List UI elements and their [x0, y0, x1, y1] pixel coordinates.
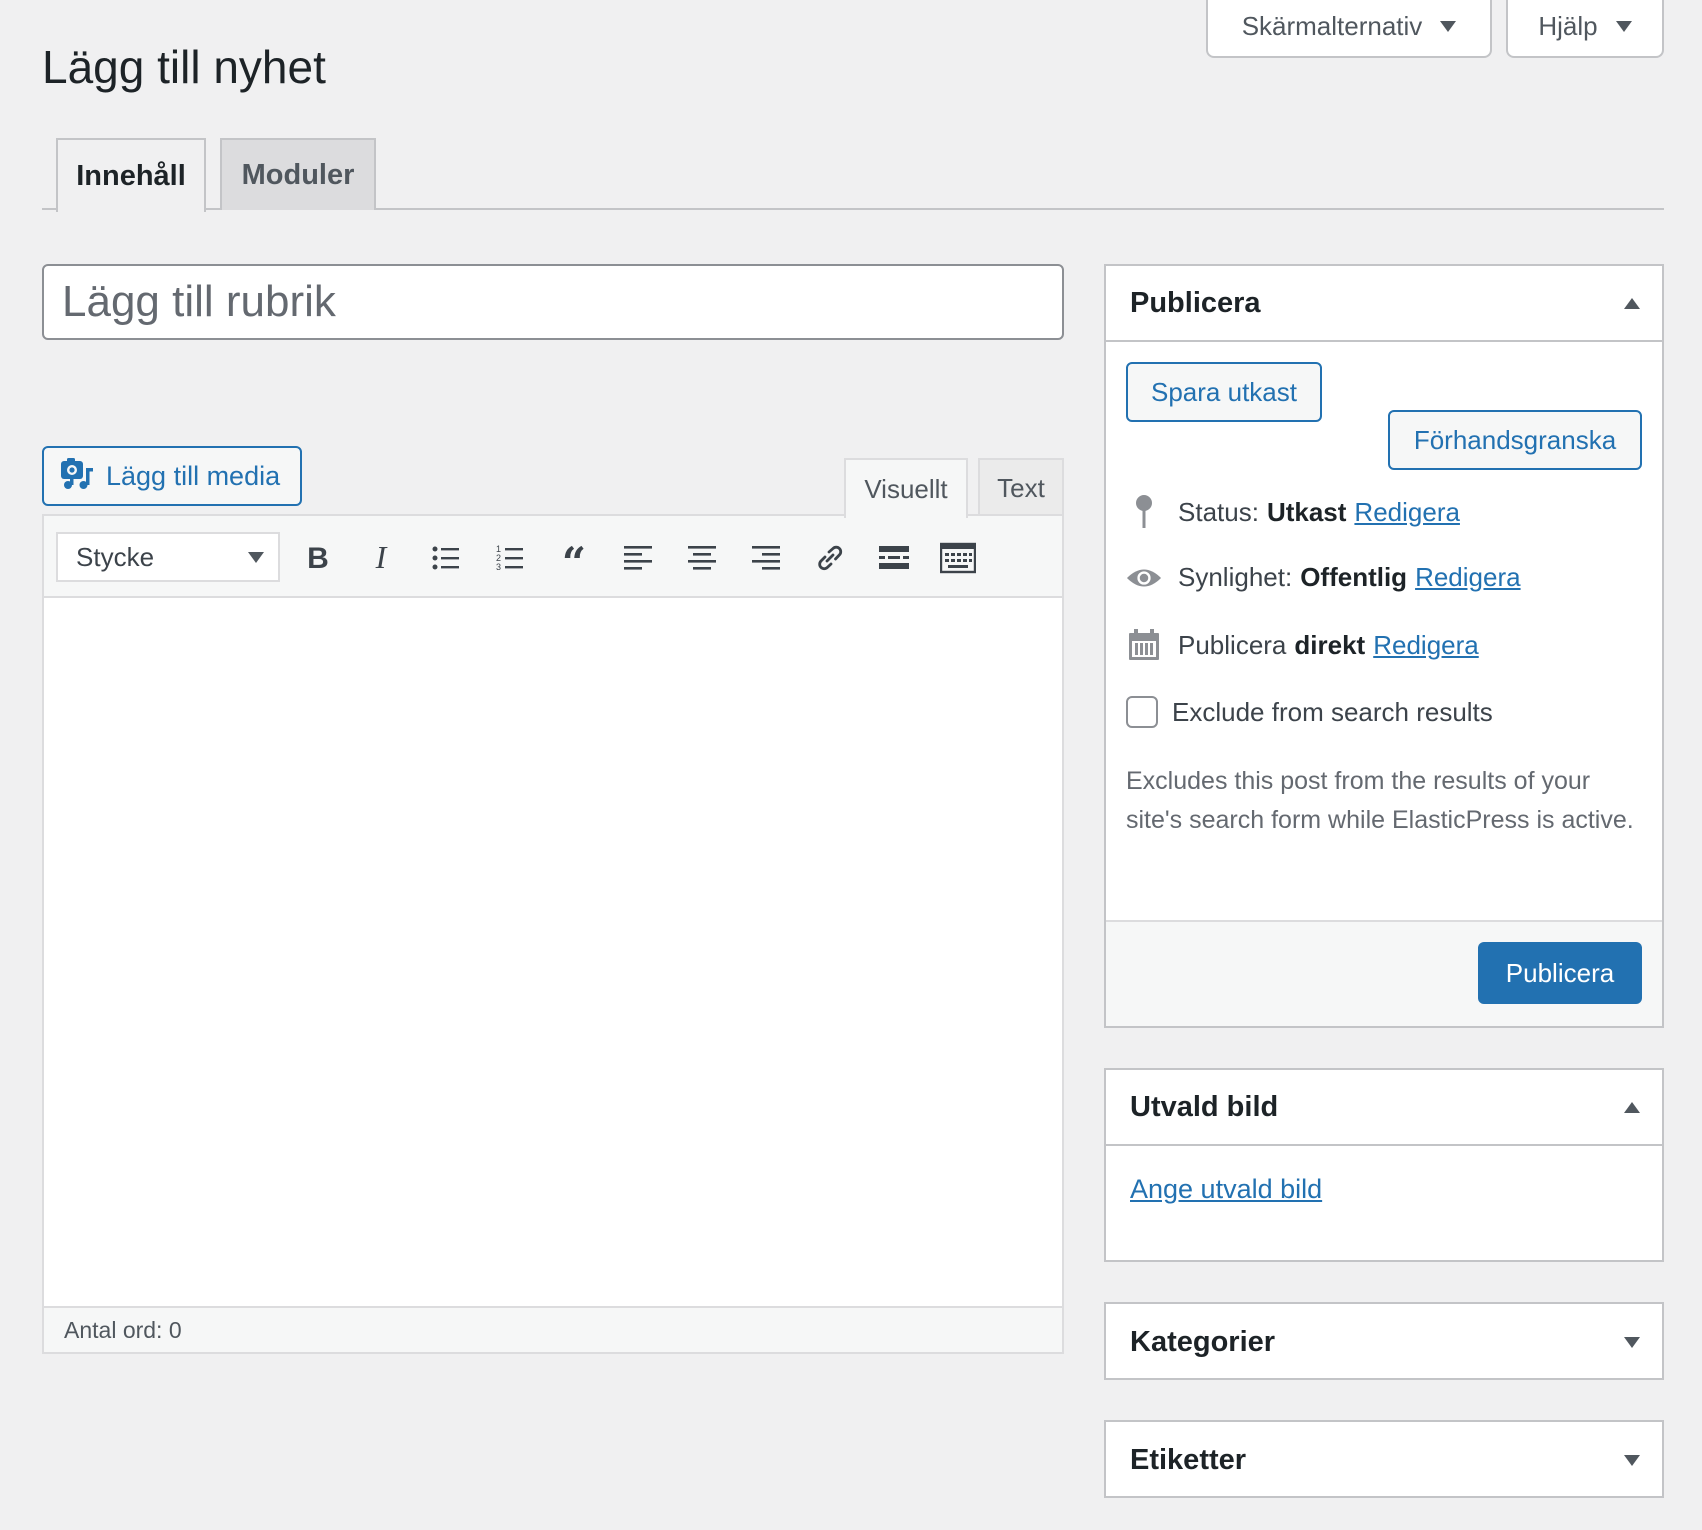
chevron-down-icon[interactable]: [1624, 1454, 1640, 1466]
save-draft-label: Spara utkast: [1151, 376, 1297, 407]
post-title-input[interactable]: [42, 264, 1064, 340]
calendar-icon: [1126, 628, 1162, 662]
read-more-icon[interactable]: [870, 534, 918, 582]
publish-box: Publicera Spara utkast Förhandsgranska S…: [1104, 264, 1664, 1028]
svg-text:I: I: [375, 543, 388, 573]
status-row: Status: Utkast Redigera: [1126, 494, 1460, 530]
edit-status-link[interactable]: Redigera: [1354, 497, 1460, 528]
help-label: Hjälp: [1538, 10, 1598, 41]
publish-actions: Publicera: [1106, 920, 1662, 1026]
tags-header[interactable]: Etiketter: [1106, 1422, 1662, 1498]
svg-text:3: 3: [496, 562, 501, 572]
chevron-down-icon: [1440, 20, 1457, 32]
schedule-value: direkt: [1294, 629, 1366, 660]
toolbar-toggle-icon[interactable]: [934, 534, 982, 582]
edit-visibility-link[interactable]: Redigera: [1415, 562, 1521, 593]
categories-box: Kategorier: [1104, 1302, 1664, 1380]
content-tabs: Innehåll Moduler: [42, 138, 1664, 212]
tab-text[interactable]: Text: [978, 458, 1064, 516]
publish-box-title: Publicera: [1130, 286, 1261, 319]
tab-label: Innehåll: [76, 159, 186, 192]
save-draft-button[interactable]: Spara utkast: [1126, 362, 1322, 422]
chevron-up-icon[interactable]: [1624, 1101, 1640, 1113]
editor-statusbar: Antal ord: 0: [44, 1306, 1062, 1352]
help-button[interactable]: Hjälp: [1506, 0, 1664, 58]
tab-moduler[interactable]: Moduler: [220, 138, 376, 210]
tab-text-label: Text: [997, 472, 1045, 503]
featured-image-body: Ange utvald bild: [1130, 1174, 1322, 1205]
blockquote-icon[interactable]: “: [550, 534, 598, 582]
format-select-value: Stycke: [76, 541, 155, 572]
tags-title: Etiketter: [1130, 1443, 1247, 1476]
add-media-label: Lägg till media: [106, 460, 281, 491]
status-value: Utkast: [1266, 496, 1347, 527]
editor-toolbar: Stycke B I 1 2 3 “: [44, 516, 1062, 598]
numbered-list-icon[interactable]: 1 2 3: [486, 534, 534, 582]
italic-icon[interactable]: I: [357, 534, 405, 582]
content-editor: Stycke B I 1 2 3 “ Antal ord: 0: [42, 514, 1064, 1354]
chevron-down-icon: [248, 551, 264, 563]
screen-options-button[interactable]: Skärmalternativ: [1206, 0, 1492, 58]
add-media-icon: [60, 456, 94, 497]
eye-icon: [1126, 565, 1162, 591]
chevron-down-icon: [1615, 20, 1632, 32]
tab-visual[interactable]: Visuellt: [844, 458, 968, 518]
pin-icon: [1126, 494, 1162, 530]
tags-box: Etiketter: [1104, 1420, 1664, 1498]
categories-header[interactable]: Kategorier: [1106, 1304, 1662, 1380]
exclude-search-label[interactable]: Exclude from search results: [1172, 697, 1493, 728]
preview-label: Förhandsgranska: [1413, 424, 1617, 455]
format-select[interactable]: Stycke: [56, 532, 280, 582]
link-icon[interactable]: [806, 534, 854, 582]
schedule-label: Publicera: [1178, 629, 1287, 660]
schedule-row: Publicera direkt Redigera: [1126, 628, 1479, 662]
status-label: Status:: [1178, 496, 1259, 527]
publish-button-label: Publicera: [1505, 957, 1615, 988]
chevron-down-icon[interactable]: [1624, 1336, 1640, 1348]
word-count: Antal ord: 0: [64, 1316, 182, 1343]
categories-title: Kategorier: [1130, 1325, 1276, 1358]
featured-image-box: Utvald bild Ange utvald bild: [1104, 1068, 1664, 1262]
visibility-row: Synlighet: Offentlig Redigera: [1126, 562, 1521, 593]
tab-label: Moduler: [241, 158, 355, 191]
add-media-button[interactable]: Lägg till media: [42, 446, 302, 506]
svg-text:B: B: [307, 543, 329, 573]
tab-innehall[interactable]: Innehåll: [56, 138, 206, 212]
publish-box-header[interactable]: Publicera: [1106, 266, 1662, 342]
bold-icon[interactable]: B: [294, 534, 342, 582]
preview-button[interactable]: Förhandsgranska: [1388, 410, 1642, 470]
featured-image-title: Utvald bild: [1130, 1090, 1279, 1123]
page-title: Lägg till nyhet: [42, 41, 326, 93]
edit-schedule-link[interactable]: Redigera: [1373, 630, 1479, 661]
exclude-search-row: Exclude from search results: [1126, 696, 1493, 728]
align-left-icon[interactable]: [614, 534, 662, 582]
visibility-label: Synlighet:: [1178, 562, 1293, 592]
editor-content-area[interactable]: [44, 598, 1062, 1308]
featured-image-header[interactable]: Utvald bild: [1106, 1070, 1662, 1146]
align-right-icon[interactable]: [742, 534, 790, 582]
chevron-up-icon[interactable]: [1624, 297, 1640, 309]
set-featured-image-link[interactable]: Ange utvald bild: [1130, 1174, 1322, 1204]
align-center-icon[interactable]: [678, 534, 726, 582]
exclude-search-checkbox[interactable]: [1126, 696, 1158, 728]
svg-text:“: “: [562, 543, 586, 573]
visibility-value: Offentlig: [1300, 562, 1408, 592]
publish-button[interactable]: Publicera: [1478, 942, 1642, 1004]
tab-visual-label: Visuellt: [864, 473, 948, 504]
bulleted-list-icon[interactable]: [422, 534, 470, 582]
screen-options-label: Skärmalternativ: [1241, 10, 1423, 41]
exclude-search-description: Excludes this post from the results of y…: [1126, 767, 1634, 834]
